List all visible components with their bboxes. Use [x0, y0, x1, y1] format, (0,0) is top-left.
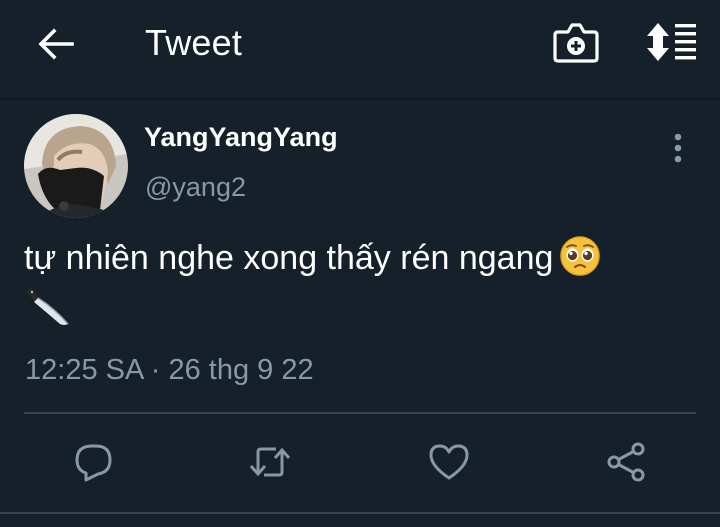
reply-icon	[75, 444, 112, 482]
share-icon	[607, 442, 645, 482]
kitchen-knife-emoji	[26, 288, 69, 325]
sort-button[interactable]	[645, 22, 697, 62]
camera-plus-icon	[553, 23, 599, 63]
avatar[interactable]	[24, 114, 128, 218]
more-options-button[interactable]	[664, 132, 692, 166]
share-button[interactable]	[604, 440, 648, 484]
user-handle: @yang2	[145, 172, 246, 202]
camera-button[interactable]	[552, 20, 600, 64]
like-button[interactable]	[427, 440, 471, 484]
like-icon	[429, 444, 469, 480]
top-bar: Tweet	[0, 0, 720, 100]
retweet-button[interactable]	[248, 440, 292, 484]
tweet-text: tự nhiên nghe xong thấy rén ngang	[24, 234, 694, 282]
retweet-icon	[249, 447, 291, 477]
arrow-left-icon	[38, 28, 74, 60]
back-button[interactable]	[36, 24, 76, 64]
knife-emoji-wrap	[24, 282, 72, 330]
display-name[interactable]: YangYangYang	[144, 122, 338, 153]
bottom-divider	[0, 512, 720, 514]
pleading-face-emoji	[560, 236, 601, 276]
sort-list-icon	[647, 23, 696, 61]
tweet-timestamp[interactable]: 12:25 SA · 26 thg 9 22	[25, 354, 314, 387]
more-vertical-icon	[674, 133, 682, 163]
page-title: Tweet	[145, 22, 243, 63]
reply-button[interactable]	[72, 440, 116, 484]
tweet-text-content: tự nhiên nghe xong thấy rén ngang	[24, 239, 554, 277]
divider	[24, 412, 696, 414]
profile-photo	[24, 114, 128, 218]
tweet-detail-screen: Tweet YangYangYang @yang2 tự nhiên nghe …	[0, 0, 720, 527]
